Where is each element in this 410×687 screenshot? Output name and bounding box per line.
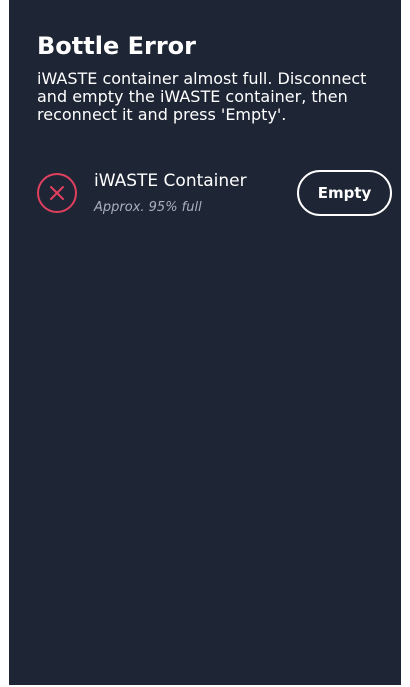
error-x-circle-icon — [37, 173, 77, 213]
empty-button[interactable]: Empty — [297, 170, 392, 216]
container-name: iWASTE Container — [94, 171, 247, 191]
dialog-title: Bottle Error — [37, 32, 196, 60]
dialog-message: iWASTE container almost full. Disconnect… — [37, 69, 367, 124]
container-fill-status: Approx. 95% full — [94, 200, 202, 215]
bottle-error-panel: Bottle Error iWASTE container almost ful… — [9, 0, 401, 685]
